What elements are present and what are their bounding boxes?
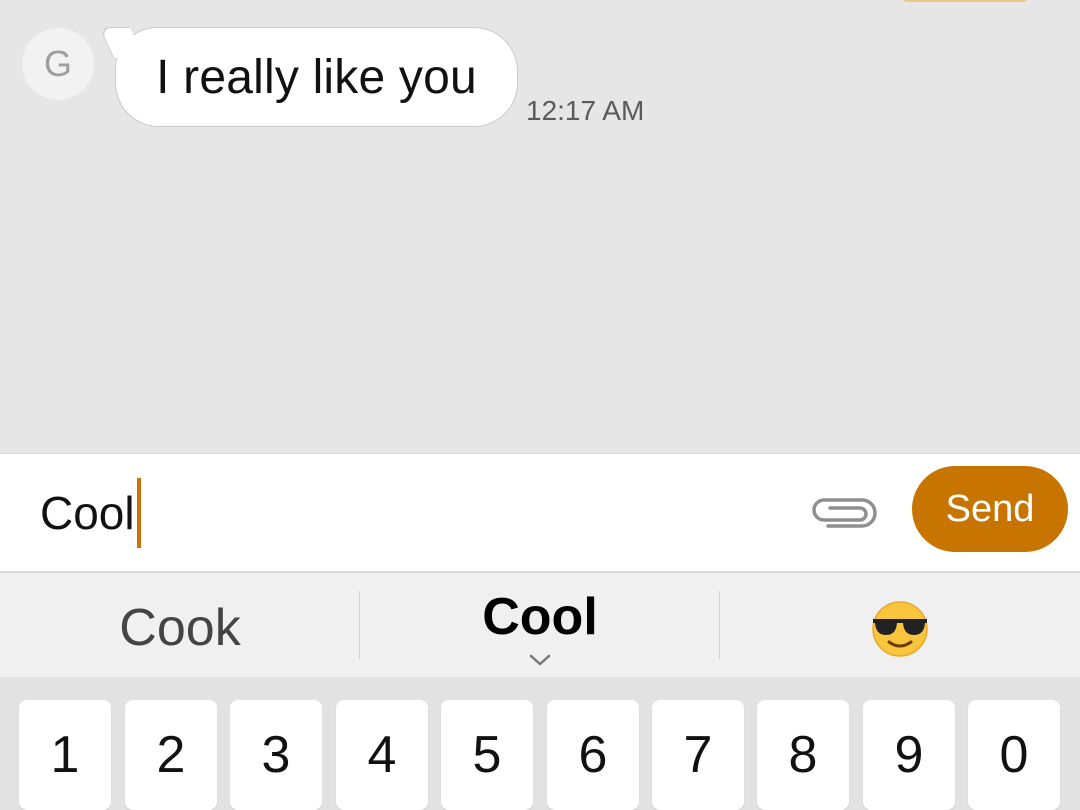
suggestion-label: Cook xyxy=(119,599,241,657)
incoming-message-bubble[interactable]: I really like you xyxy=(115,27,518,127)
key-0[interactable]: 0 xyxy=(968,700,1060,810)
chevron-down-icon[interactable] xyxy=(528,653,552,667)
suggestion-cook[interactable]: Cook xyxy=(0,573,360,677)
message-input[interactable]: Cool xyxy=(40,478,740,548)
key-7[interactable]: 7 xyxy=(652,700,744,810)
send-button[interactable]: Send xyxy=(912,466,1068,552)
key-label: 1 xyxy=(50,726,80,784)
keyboard: 1 2 3 4 5 6 7 8 9 0 xyxy=(0,677,1080,810)
key-label: 7 xyxy=(683,726,713,784)
previous-message-bubble xyxy=(900,0,1030,2)
key-label: 6 xyxy=(578,726,608,784)
avatar-initial: G xyxy=(43,43,72,84)
key-label: 3 xyxy=(261,726,291,784)
key-4[interactable]: 4 xyxy=(336,700,428,810)
key-label: 5 xyxy=(472,726,502,784)
message-input-text: Cool xyxy=(40,487,135,539)
key-6[interactable]: 6 xyxy=(547,700,639,810)
key-label: 9 xyxy=(894,726,924,784)
key-5[interactable]: 5 xyxy=(441,700,533,810)
contact-avatar[interactable]: G xyxy=(22,28,94,100)
key-label: 2 xyxy=(156,726,186,784)
paperclip-icon[interactable] xyxy=(806,490,880,534)
send-button-label: Send xyxy=(945,487,1035,530)
key-8[interactable]: 8 xyxy=(757,700,849,810)
message-text: I really like you xyxy=(156,50,477,104)
key-2[interactable]: 2 xyxy=(125,700,217,810)
suggestion-strip: Cook Cool xyxy=(0,571,1080,677)
compose-bar: Cool Send xyxy=(0,453,1080,571)
conversation-view[interactable]: G I really like you 12:17 AM xyxy=(0,0,1080,453)
suggestion-label: Cool xyxy=(482,588,598,646)
key-label: 4 xyxy=(367,726,397,784)
key-3[interactable]: 3 xyxy=(230,700,322,810)
key-9[interactable]: 9 xyxy=(863,700,955,810)
key-label: 0 xyxy=(999,726,1029,784)
sunglasses-emoji-icon xyxy=(872,601,928,657)
suggestion-emoji[interactable] xyxy=(720,573,1080,677)
key-1[interactable]: 1 xyxy=(19,700,111,810)
messaging-screen: G I really like you 12:17 AM Cool Send C… xyxy=(0,0,1080,810)
text-cursor xyxy=(136,478,141,548)
key-label: 8 xyxy=(788,726,818,784)
message-timestamp: 12:17 AM xyxy=(526,95,645,126)
